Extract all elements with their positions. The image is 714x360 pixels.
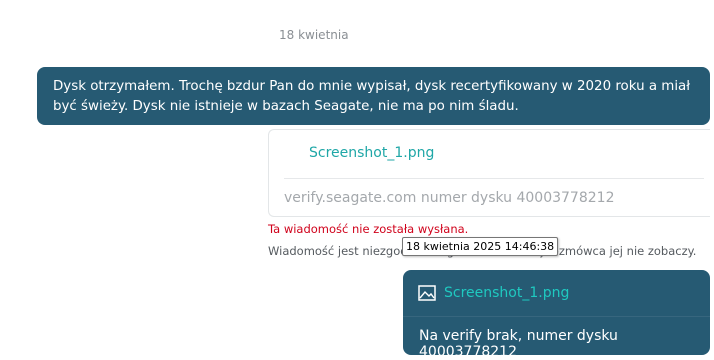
date-separator: 18 kwietnia [279, 28, 349, 42]
incoming-message-bubble: Dysk otrzymałem. Trochę bzdur Pan do mni… [37, 67, 710, 125]
attachment-divider [284, 178, 704, 179]
attachment-caption: verify.seagate.com numer dysku 400037782… [284, 190, 615, 206]
timestamp-tooltip: 18 kwietnia 2025 14:46:38 [402, 237, 559, 256]
attachment-card: Screenshot_1.png verify.seagate.com nume… [268, 129, 710, 217]
reply-file-link[interactable]: Screenshot_1.png [418, 285, 569, 301]
reply-divider [403, 316, 710, 317]
reply-message-text: Na verify brak, numer dysku 40003778212 [419, 328, 618, 360]
incoming-message-text: Dysk otrzymałem. Trochę bzdur Pan do mni… [53, 79, 691, 114]
image-icon [418, 285, 436, 301]
message-error-status: Ta wiadomość nie została wysłana. [268, 222, 469, 236]
attachment-file-link[interactable]: Screenshot_1.png [309, 145, 434, 161]
reply-message-bubble: Screenshot_1.png Na verify brak, numer d… [403, 270, 710, 360]
reply-file-name: Screenshot_1.png [444, 285, 570, 301]
